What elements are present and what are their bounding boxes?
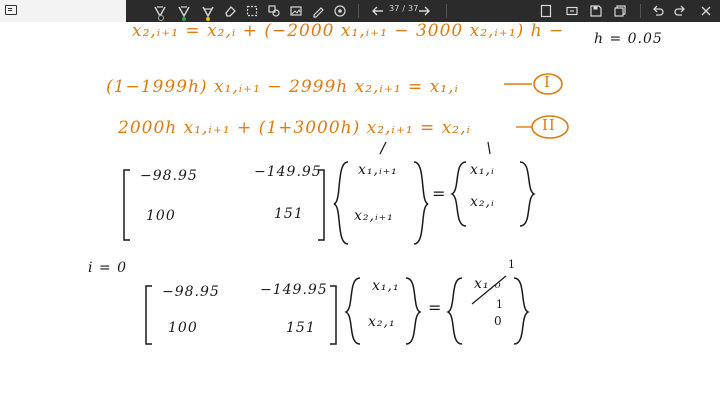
shapes-icon[interactable] — [266, 3, 282, 19]
equation-line-1: x₂,ᵢ₊₁ = x₂,ᵢ + (−2000 x₁,ᵢ₊₁ − 3000 x₂,… — [132, 21, 565, 41]
pen-icon[interactable] — [152, 3, 168, 21]
matrix2-r2c2: 151 — [286, 320, 316, 336]
matrix2-equals: = — [428, 298, 443, 317]
matrix1-r1c2: −149.95 — [254, 164, 322, 180]
pen-icon[interactable] — [176, 3, 192, 21]
matrix2-vec1: x₁,₁ — [372, 278, 400, 294]
copy-icon[interactable] — [612, 3, 628, 19]
matrix2-mark-mid: 1 — [496, 298, 504, 311]
matrix1-equals: = — [432, 184, 447, 203]
view-icon[interactable] — [538, 3, 554, 19]
matrix2-r1c2: −149.95 — [260, 282, 328, 298]
matrix1-r2c2: 151 — [274, 206, 304, 222]
toolbar-divider — [640, 4, 641, 18]
page-indicator: 37 / 37 — [389, 4, 419, 13]
lasso-icon[interactable] — [244, 3, 260, 19]
matrix2-rhs2: 0 — [494, 314, 503, 328]
matrix1-rhs2: x₂,ᵢ — [470, 194, 495, 210]
highlighter-icon[interactable] — [200, 3, 216, 21]
index-assignment: i = 0 — [88, 260, 128, 276]
matrix1-vec1: x₁,ᵢ₊₁ — [358, 162, 398, 178]
close-icon[interactable] — [698, 3, 714, 19]
matrix2-mark-top: 1 — [508, 258, 516, 271]
matrix2-vec2: x₂,₁ — [368, 314, 396, 330]
matrix2-r2c1: 100 — [168, 320, 198, 336]
step-size-note: h = 0.05 — [594, 31, 663, 47]
matrix2-rhs1: x₁,₀ — [474, 276, 502, 292]
app-menu-icon[interactable] — [5, 5, 17, 15]
redo-icon[interactable] — [672, 3, 688, 19]
toolbar-divider — [446, 4, 447, 18]
label-roman-2: II — [542, 116, 556, 134]
toolbar-divider — [358, 4, 359, 18]
save-icon[interactable] — [588, 3, 604, 19]
next-page-icon[interactable] — [416, 3, 432, 19]
equation-label-1: I — [502, 72, 570, 96]
prev-page-icon[interactable] — [370, 3, 386, 19]
eraser-icon[interactable] — [222, 3, 238, 19]
matrix1-vec2: x₂,ᵢ₊₁ — [354, 208, 394, 224]
brush-icon[interactable] — [332, 3, 348, 19]
open-icon[interactable] — [564, 3, 580, 19]
equation-label-2: II — [514, 114, 574, 140]
note-canvas[interactable]: x₂,ᵢ₊₁ = x₂,ᵢ + (−2000 x₁,ᵢ₊₁ − 3000 x₂,… — [0, 21, 720, 404]
matrix1-rhs1: x₁,ᵢ — [470, 162, 495, 178]
matrix2-r1c1: −98.95 — [162, 284, 220, 300]
equation-line-2: (1−1999h) x₁,ᵢ₊₁ − 2999h x₂,ᵢ₊₁ = x₁,ᵢ — [106, 77, 459, 97]
image-icon[interactable] — [288, 3, 304, 19]
pen-settings-icon[interactable] — [310, 3, 326, 19]
undo-icon[interactable] — [650, 3, 666, 19]
matrix1-r2c1: 100 — [146, 208, 176, 224]
toolbar: 37 / 37 — [126, 0, 720, 22]
label-roman-1: I — [544, 73, 551, 91]
equation-line-3: 2000h x₁,ᵢ₊₁ + (1+3000h) x₂,ᵢ₊₁ = x₂,ᵢ — [118, 118, 471, 138]
matrix1-r1c1: −98.95 — [140, 168, 198, 184]
